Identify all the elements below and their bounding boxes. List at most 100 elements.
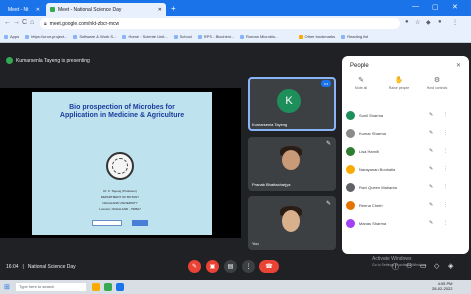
bookmark-item[interactable]: Software & Work S... [73, 34, 116, 39]
mic-off-icon[interactable]: ✎ [429, 148, 433, 154]
mic-off-icon: ✎ [326, 141, 332, 147]
clock-date: 28-02-2022 [432, 286, 453, 291]
reading-list-icon [341, 34, 346, 39]
mic-off-icon[interactable]: ✎ [429, 112, 433, 118]
slide-university: NAGALAND UNIVERSITY [102, 201, 138, 205]
more-options-icon[interactable]: ⋮ [443, 112, 448, 118]
host-controls-label[interactable]: Host controls [420, 86, 454, 90]
close-tab-icon[interactable]: ✕ [36, 7, 40, 13]
meeting-time: 16:04 [6, 264, 19, 270]
presentation-icon [6, 57, 13, 64]
meeting-name: National Science Day [27, 264, 76, 270]
more-options-icon[interactable]: ⋮ [443, 184, 448, 190]
slide-department: DEPARTMENT OF BOTANY [100, 195, 140, 199]
close-panel-icon[interactable]: ✕ [456, 62, 461, 69]
raise-people-label[interactable]: Raise people [382, 86, 416, 90]
mute-all-icon[interactable]: ✎ [352, 76, 370, 84]
close-window-button[interactable]: ✕ [452, 3, 458, 11]
mic-off-icon[interactable]: ✎ [429, 184, 433, 190]
file-explorer-icon[interactable] [92, 283, 100, 291]
more-vert-icon: ⋮ [245, 264, 252, 270]
activities-icon[interactable]: ◇ [434, 262, 439, 270]
bookmark-item[interactable]: https://unor.project... [25, 34, 67, 39]
list-item[interactable]: Lisa Hamilt ✎ ⋮ [346, 144, 466, 158]
lock-icon[interactable]: ◈ [448, 262, 453, 270]
bookmark-item[interactable]: School [173, 34, 192, 39]
bookmark-item[interactable]: Roman Microbio... [240, 34, 279, 39]
more-options-icon[interactable]: ⋮ [443, 220, 448, 226]
raise-hand-icon[interactable]: ✋ [390, 76, 408, 84]
more-options-button[interactable]: ⋮ [242, 260, 255, 273]
more-options-icon[interactable]: ⋮ [443, 148, 448, 154]
bookmark-icon [73, 34, 78, 39]
reload-icon[interactable]: C [22, 19, 27, 26]
tab-label: Meet - Nt [8, 6, 29, 13]
home-icon[interactable]: ⌂ [30, 19, 34, 26]
mic-off-icon[interactable]: ✎ [429, 166, 433, 172]
captions-button[interactable]: ▤ [224, 260, 237, 273]
avatar [346, 182, 355, 192]
forward-icon[interactable]: → [13, 19, 20, 26]
mic-off-icon[interactable]: ✎ [429, 130, 433, 136]
people-icon[interactable]: ⚇ [406, 262, 412, 270]
panel-title: People [350, 63, 369, 69]
taskbar-search[interactable]: Type here to search [16, 283, 86, 291]
windows-start-icon[interactable]: ⊞ [4, 283, 10, 291]
mic-off-icon[interactable]: ✎ [429, 202, 433, 208]
camera-site-icon[interactable]: ● [405, 19, 409, 25]
close-tab-icon[interactable]: ✕ [158, 7, 162, 13]
list-item[interactable]: Reena Chetri ✎ ⋮ [346, 198, 466, 212]
list-item[interactable]: Manas Sharma ✎ ⋮ [346, 216, 466, 230]
presenting-banner: Kumarsenla Tayeng is presenting [6, 56, 90, 65]
bookmark-icon [122, 34, 127, 39]
info-icon[interactable]: ⓘ [392, 262, 399, 272]
participant-name: Ravi Queen Mahanta [359, 184, 397, 190]
minimize-button[interactable]: — [412, 3, 419, 10]
tab-meet-nt[interactable]: Meet - Nt ✕ [4, 3, 44, 16]
bookmarks-bar: Apps https://unor.project... Software & … [0, 31, 471, 43]
bookmark-icon [25, 34, 30, 39]
more-options-icon[interactable]: ⋮ [443, 166, 448, 172]
other-bookmarks[interactable]: Other bookmarks [298, 34, 335, 39]
list-item[interactable]: Kumar Sharma ✎ ⋮ [346, 126, 466, 140]
camera-off-button[interactable]: ▣ [206, 260, 219, 273]
back-icon[interactable]: ← [4, 19, 11, 26]
avatar [346, 110, 355, 120]
meeting-info: 16:04 | National Science Day [6, 264, 76, 270]
url-input[interactable]: 🔒︎ meet.google.com/nkt-zbcr-mcw [40, 18, 400, 29]
list-item[interactable]: Sunil Sharma ✎ ⋮ [346, 108, 466, 122]
new-tab-button[interactable]: + [171, 4, 176, 13]
menu-icon[interactable]: ⋮ [452, 19, 458, 26]
bookmark-icon [173, 34, 178, 39]
participant-name: Lisa Hamilt [359, 148, 379, 154]
slide-address: Lumami, NAGALAND - 798627 [99, 207, 141, 211]
more-options-icon[interactable]: ⋮ [443, 130, 448, 136]
star-icon[interactable]: ☆ [415, 19, 420, 26]
mic-off-icon: ✎ [191, 264, 198, 270]
profile-icon[interactable]: ● [438, 19, 442, 25]
extensions-icon[interactable]: ◆ [426, 19, 431, 26]
mute-all-label[interactable]: Mute all [344, 86, 378, 90]
participant-name: Sunil Sharma [359, 112, 384, 118]
list-item[interactable]: Ravi Queen Mahanta ✎ ⋮ [346, 180, 466, 194]
end-call-button[interactable]: ☎ [259, 260, 279, 273]
tab-meet-national-science-day[interactable]: Meet - National Science Day ✕ [46, 3, 166, 16]
maximize-button[interactable]: ▢ [432, 3, 439, 11]
more-options-icon[interactable]: ⋮ [443, 202, 448, 208]
list-item[interactable]: Narayanan Bouhalla ✎ ⋮ [346, 162, 466, 176]
video-face [282, 210, 300, 232]
bookmark-item[interactable]: RPS - Biochimi... [197, 34, 234, 39]
mic-off-button[interactable]: ✎ [188, 260, 201, 273]
avatar [346, 128, 355, 138]
chrome-icon[interactable] [104, 283, 112, 291]
participant-name: Reena Chetri [359, 202, 383, 208]
bookmark-item[interactable]: Home · Sciente Unit... [122, 34, 168, 39]
edge-icon[interactable] [116, 283, 124, 291]
bookmark-icon [197, 34, 202, 39]
reading-list[interactable]: Reading list [341, 34, 368, 39]
captions-icon: ▤ [227, 264, 234, 270]
chat-icon[interactable]: ▭ [420, 262, 427, 270]
bookmark-apps[interactable]: Apps [4, 34, 19, 39]
host-controls-icon[interactable]: ⚙ [428, 76, 446, 84]
mic-off-icon[interactable]: ✎ [429, 220, 433, 226]
